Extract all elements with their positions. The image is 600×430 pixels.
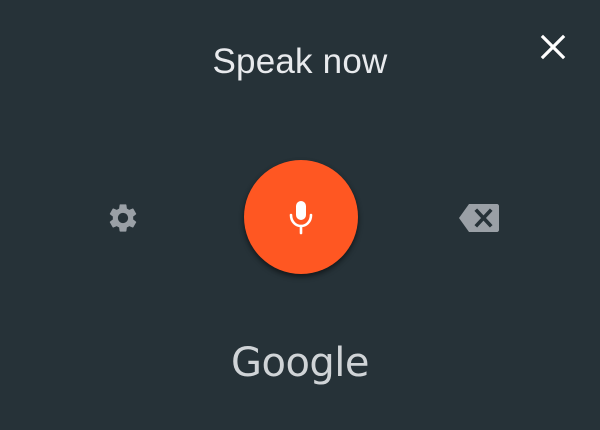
microphone-icon [289, 201, 313, 235]
microphone-button[interactable] [244, 160, 358, 274]
google-logo: Google [230, 340, 370, 386]
close-icon [540, 34, 566, 60]
voice-search-dialog: Speak now Google [0, 0, 600, 430]
gear-icon [109, 204, 137, 232]
speak-now-prompt: Speak now [212, 42, 388, 81]
settings-button[interactable] [102, 197, 144, 239]
backspace-icon [459, 204, 499, 232]
close-button[interactable] [533, 27, 573, 67]
backspace-button[interactable] [455, 198, 503, 238]
